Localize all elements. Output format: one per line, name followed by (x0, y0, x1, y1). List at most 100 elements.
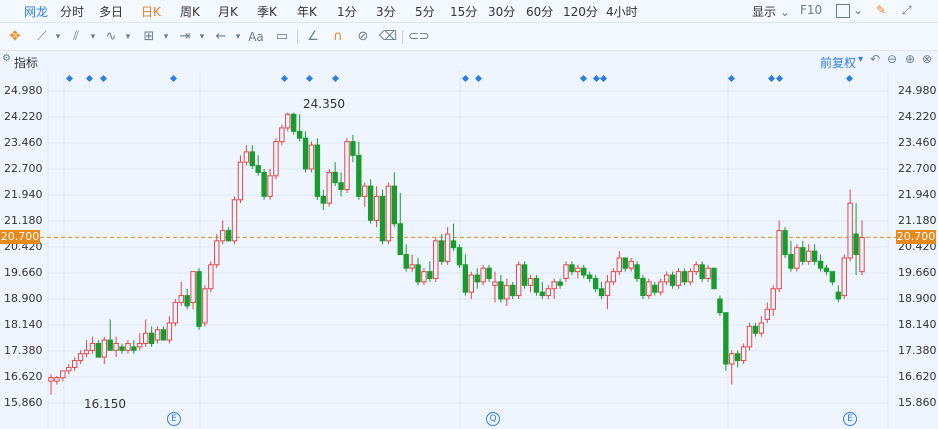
candle-body (734, 353, 741, 362)
chevron-down-icon[interactable]: ▾ (48, 27, 68, 47)
candle-body (326, 171, 332, 204)
candle-body (296, 130, 303, 139)
tab-15min[interactable]: 15分 (450, 3, 477, 20)
chevron-down-icon[interactable]: ▾ (192, 27, 212, 47)
f10-button[interactable]: F10 (800, 3, 822, 17)
adjust-select[interactable]: 前复权 (820, 54, 856, 71)
candle-body (302, 137, 309, 170)
chevron-down-icon[interactable]: ▾ (858, 54, 863, 65)
candle-body (575, 267, 581, 273)
hide-drawings-icon[interactable]: ⊘ (353, 27, 373, 47)
candle-body (533, 277, 540, 293)
candle-body (592, 277, 599, 290)
close-icon[interactable]: ⊗ (922, 52, 932, 66)
chevron-down-icon[interactable]: ▾ (228, 27, 248, 47)
candle-body (131, 346, 137, 351)
candle-body (586, 274, 593, 279)
chevron-down-icon[interactable]: ▾ (118, 27, 138, 47)
candle-body (652, 284, 658, 293)
candle-body (782, 230, 788, 256)
candle-body (249, 151, 255, 167)
indicator-bar: ⚙ 指标 前复权 ▾ ↶ ⊖ ⊕ ⊗ (0, 51, 938, 71)
candle-body (397, 223, 403, 256)
tab-intraday[interactable]: 分时 (60, 3, 84, 20)
candle-body (498, 281, 504, 300)
tab-multiday[interactable]: 多日 (99, 3, 123, 20)
candle-body (214, 240, 220, 266)
comment-tool-icon[interactable]: ▭ (272, 27, 292, 47)
tab-daily-k[interactable]: 日K (141, 3, 161, 20)
tab-1min[interactable]: 1分 (337, 3, 357, 20)
chevron-down-icon[interactable]: ▾ (83, 27, 103, 47)
zoom-in-icon[interactable]: ⊕ (905, 52, 915, 66)
checkbox-icon[interactable] (836, 4, 850, 18)
candle-body (764, 308, 770, 321)
candle-body (291, 113, 297, 132)
pencil-icon[interactable]: ✎ (876, 3, 886, 17)
tab-60min[interactable]: 60分 (526, 3, 553, 20)
candle-body (219, 230, 226, 242)
candle-body (705, 267, 711, 279)
candle-body (338, 182, 344, 191)
candle-body (403, 254, 409, 269)
candle-body (113, 342, 119, 351)
tab-4hour[interactable]: 4小时 (606, 3, 638, 20)
tab-quarterly-k[interactable]: 季K (257, 3, 277, 20)
candle-body (510, 284, 516, 297)
candle-body (379, 195, 386, 242)
stock-name[interactable]: 网龙 (24, 3, 48, 20)
tab-120min[interactable]: 120分 (563, 3, 598, 20)
eraser-icon[interactable]: ∠ (303, 27, 323, 47)
event-marker-q[interactable]: Q (486, 412, 500, 426)
tab-5min[interactable]: 5分 (415, 3, 435, 20)
current-price-label-left: 20.700 (0, 230, 40, 244)
candle-body (48, 377, 54, 382)
candle-body (480, 267, 486, 283)
crosshair-icon[interactable]: ✥ (5, 27, 25, 47)
settings-icon[interactable]: ⚙ (2, 53, 11, 64)
candle-body (675, 271, 682, 286)
chevron-down-icon[interactable]: ⌄ (853, 3, 863, 17)
candle-body (557, 281, 563, 286)
candle-body (450, 240, 457, 249)
undo-icon[interactable]: ↶ (870, 52, 880, 66)
chevron-down-icon[interactable]: ▾ (156, 27, 176, 47)
magnet-icon[interactable]: ∩ (328, 27, 348, 47)
event-marker-e[interactable]: E (843, 412, 857, 426)
candlestick-chart[interactable] (0, 71, 938, 429)
candle-body (143, 332, 149, 344)
candle-body (847, 202, 853, 259)
tab-yearly-k[interactable]: 年K (297, 3, 317, 20)
current-price-label-right: 20.700 (896, 230, 936, 244)
tab-3min[interactable]: 3分 (376, 3, 396, 20)
candle-body (634, 264, 640, 279)
candle-body (190, 271, 196, 303)
candle-body (829, 271, 836, 283)
high-annotation: 24.350 (303, 97, 345, 111)
candle-body (367, 185, 374, 221)
candle-body (610, 271, 617, 283)
candle-body (332, 171, 338, 184)
candle-body (344, 141, 350, 191)
tab-weekly-k[interactable]: 周K (180, 3, 200, 20)
candle-body (811, 250, 818, 262)
candle-body (66, 366, 72, 372)
fullscreen-icon[interactable]: ⤢ (902, 3, 912, 18)
zoom-out-icon[interactable]: ⊖ (887, 52, 897, 66)
event-marker-e[interactable]: E (167, 412, 181, 426)
candle-body (817, 260, 824, 269)
candle-body (598, 288, 605, 297)
delete-icon[interactable]: ⌫ (378, 27, 398, 47)
tab-monthly-k[interactable]: 月K (218, 3, 238, 20)
candle-body (160, 329, 167, 341)
candle-body (752, 325, 759, 334)
candle-body (77, 353, 84, 362)
link-icon[interactable]: ⊂⊃ (408, 27, 430, 47)
chart-grid (47, 71, 889, 429)
display-menu[interactable]: 显示 ⌄ (752, 3, 790, 20)
candle-body (255, 165, 261, 173)
tab-30min[interactable]: 30分 (488, 3, 515, 20)
text-tool-icon[interactable]: Aa (246, 27, 266, 47)
indicator-label[interactable]: 指标 (14, 54, 38, 71)
candle-body (800, 247, 806, 262)
